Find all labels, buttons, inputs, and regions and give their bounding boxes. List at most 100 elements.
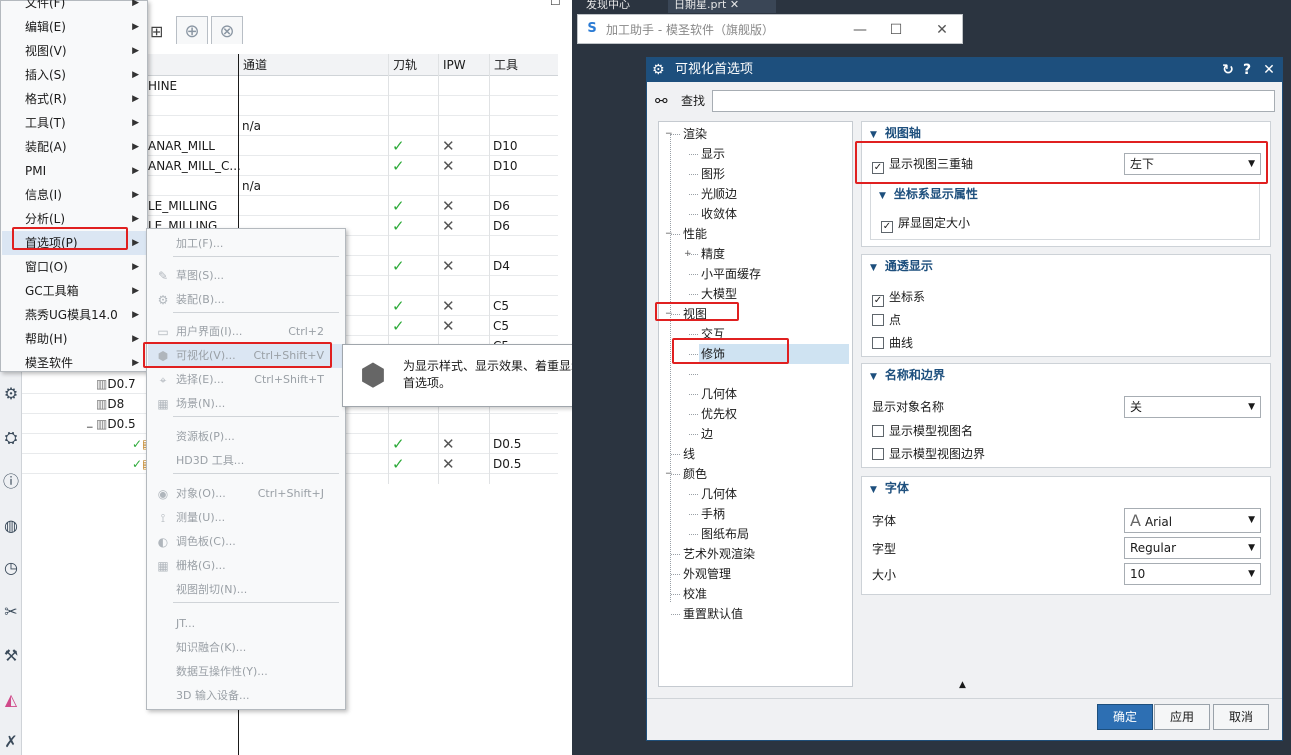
- submenu-item[interactable]: ◐ 调色板(C)...: [148, 530, 344, 554]
- machine-icon[interactable]: ⚒: [0, 644, 22, 668]
- submenu-item[interactable]: ✎ 草图(S)...: [148, 264, 344, 288]
- assembly-navigator-icon[interactable]: ⚙: [0, 382, 22, 406]
- see-through-item[interactable]: 点: [872, 310, 901, 330]
- web-browser-icon[interactable]: ◍: [0, 514, 22, 538]
- group-header-view-triad[interactable]: ▼ 视图轴: [870, 122, 921, 144]
- group-header-font[interactable]: ▼ 字体: [870, 477, 909, 499]
- tree-node[interactable]: 精度: [699, 244, 849, 264]
- group-header-see-through[interactable]: ▼ 通透显示: [870, 255, 933, 277]
- tree-node[interactable]: 重置默认值: [681, 604, 849, 624]
- submenu-item[interactable]: 数据互操作性(Y)...: [148, 660, 344, 684]
- close-button[interactable]: ✕: [922, 15, 962, 45]
- submenu-item[interactable]: 视图剖切(N)...: [148, 578, 344, 602]
- restore-icon[interactable]: ☐: [550, 0, 561, 8]
- show-triad-checkbox[interactable]: ✓: [872, 162, 884, 174]
- tree-node[interactable]: 光顺边: [699, 184, 849, 204]
- tab-part[interactable]: 日期星.prt ✕: [668, 0, 776, 13]
- menu-item[interactable]: 窗口(O) ▶: [2, 255, 147, 279]
- submenu-item[interactable]: 资源板(P)...: [148, 425, 344, 449]
- menu-item[interactable]: GC工具箱 ▶: [2, 279, 147, 303]
- column-toolpath[interactable]: 刀轨: [388, 54, 438, 76]
- tree-node[interactable]: 修饰: [699, 344, 849, 364]
- part-navigator-icon[interactable]: ⛭: [0, 426, 22, 450]
- tree-node[interactable]: 收敛体: [699, 204, 849, 224]
- close-tab-icon[interactable]: ✕: [730, 0, 739, 11]
- tree-node[interactable]: 艺术外观渲染: [681, 544, 849, 564]
- tree-node[interactable]: 几何体: [699, 484, 849, 504]
- tree-node[interactable]: 视图: [681, 304, 849, 324]
- clock-icon[interactable]: ◷: [0, 556, 22, 580]
- submenu-item[interactable]: ⬢ 可视化(V)... Ctrl+Shift+V: [148, 344, 344, 368]
- tools-icon[interactable]: ✂: [0, 600, 22, 624]
- toolbar-small-icon[interactable]: ⊞: [150, 22, 163, 41]
- model-view-name-checkbox[interactable]: [872, 425, 884, 437]
- submenu-item[interactable]: ⟟ 测量(U)...: [148, 506, 344, 530]
- submenu-item[interactable]: 加工(F)...: [148, 232, 344, 256]
- submenu-item[interactable]: ◉ 对象(O)... Ctrl+Shift+J: [148, 482, 344, 506]
- menu-item[interactable]: 帮助(H) ▶: [2, 327, 147, 351]
- menu-item[interactable]: 插入(S) ▶: [2, 63, 147, 87]
- model-view-name-row[interactable]: 显示模型视图名: [872, 421, 973, 441]
- fixed-size-checkbox[interactable]: ✓: [881, 221, 893, 233]
- triad-position-dropdown[interactable]: 左下 ▼: [1124, 153, 1261, 175]
- palette-icon[interactable]: ◭: [0, 688, 22, 712]
- submenu-item[interactable]: ⚙ 装配(B)...: [148, 288, 344, 312]
- subgroup-header-wcs[interactable]: ▼ 坐标系显示属性: [879, 183, 978, 205]
- menu-item[interactable]: 格式(R) ▶: [2, 87, 147, 111]
- menu-item[interactable]: 模圣软件 ▶: [2, 351, 147, 375]
- tree-node[interactable]: 优先权: [699, 404, 849, 424]
- tree-node[interactable]: 显示: [699, 144, 849, 164]
- menu-item[interactable]: 分析(L) ▶: [2, 207, 147, 231]
- tree-node[interactable]: 图形: [699, 164, 849, 184]
- menu-item[interactable]: 视图(V) ▶: [2, 39, 147, 63]
- submenu-item[interactable]: 3D 输入设备...: [148, 684, 344, 708]
- checkbox-points[interactable]: [872, 314, 884, 326]
- submenu-item[interactable]: ▦ 栅格(G)...: [148, 554, 344, 578]
- tree-node[interactable]: 几何体: [699, 384, 849, 404]
- tree-node[interactable]: 边: [699, 424, 849, 444]
- apply-button[interactable]: 应用: [1154, 704, 1210, 730]
- tree-node[interactable]: 渲染: [681, 124, 849, 144]
- roles-icon[interactable]: ✗: [0, 730, 22, 754]
- tree-node[interactable]: 性能: [681, 224, 849, 244]
- cancel-button[interactable]: 取消: [1213, 704, 1269, 730]
- font-dropdown[interactable]: A Arial ▼: [1124, 508, 1261, 533]
- see-through-item[interactable]: ✓ 坐标系: [872, 287, 925, 307]
- maximize-button[interactable]: ☐: [876, 15, 916, 45]
- tree-node[interactable]: 颜色: [681, 464, 849, 484]
- menu-item[interactable]: 装配(A) ▶: [2, 135, 147, 159]
- submenu-item[interactable]: 知识融合(K)...: [148, 636, 344, 660]
- tree-node[interactable]: 交互: [699, 324, 849, 344]
- reset-icon[interactable]: ↻: [1218, 58, 1238, 82]
- submenu-item[interactable]: ▭ 用户界面(I)... Ctrl+2: [148, 320, 344, 344]
- checkbox-csys[interactable]: ✓: [872, 295, 884, 307]
- submenu-item[interactable]: ▦ 场景(N)...: [148, 392, 344, 416]
- submenu-item[interactable]: ⌖ 选择(E)... Ctrl+Shift+T: [148, 368, 344, 392]
- tab-discovery[interactable]: 发现中心: [580, 0, 666, 13]
- style-dropdown[interactable]: Regular ▼: [1124, 537, 1261, 559]
- tree-node[interactable]: [699, 364, 849, 384]
- column-channel[interactable]: 通道: [238, 54, 388, 76]
- help-icon[interactable]: ?: [1237, 58, 1257, 82]
- collapse-footer-icon[interactable]: ▲: [959, 680, 966, 690]
- group-header-names-borders[interactable]: ▼ 名称和边界: [870, 364, 945, 386]
- model-view-border-checkbox[interactable]: [872, 448, 884, 460]
- history-icon[interactable]: ⓘ: [0, 470, 22, 494]
- submenu-item[interactable]: HD3D 工具...: [148, 449, 344, 473]
- menu-item[interactable]: 工具(T) ▶: [2, 111, 147, 135]
- menu-item[interactable]: 信息(I) ▶: [2, 183, 147, 207]
- ok-button[interactable]: 确定: [1097, 704, 1153, 730]
- column-ipw[interactable]: IPW: [438, 54, 489, 76]
- checkbox-curves[interactable]: [872, 337, 884, 349]
- tree-node[interactable]: 线: [681, 444, 849, 464]
- menu-item[interactable]: 文件(F) ▶: [2, 0, 147, 15]
- tree-node[interactable]: 大模型: [699, 284, 849, 304]
- show-triad-row[interactable]: ✓ 显示视图三重轴: [872, 154, 973, 174]
- minimize-button[interactable]: —: [840, 15, 880, 45]
- column-tool[interactable]: 工具: [489, 54, 558, 76]
- submenu-item[interactable]: JT...: [148, 612, 344, 636]
- tree-node[interactable]: 小平面缓存: [699, 264, 849, 284]
- menu-item[interactable]: PMI ▶: [2, 159, 147, 183]
- collapse-icon[interactable]: −: [86, 418, 94, 438]
- tree-node[interactable]: 外观管理: [681, 564, 849, 584]
